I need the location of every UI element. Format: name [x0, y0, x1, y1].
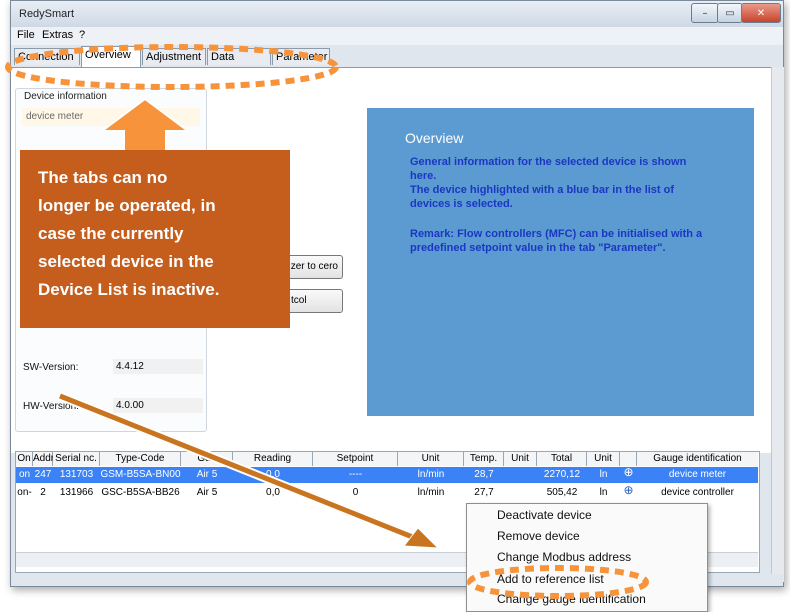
close-icon: ✕ — [756, 7, 766, 19]
overview-text: devices is selected. — [410, 198, 513, 210]
menu-item-deactivate-device[interactable]: Deactivate device — [497, 508, 592, 522]
table-cell: ln — [599, 487, 608, 498]
overview-text: here. — [410, 170, 437, 182]
table-cell: 505,42 — [546, 487, 578, 498]
callout-text: case the currently — [38, 224, 184, 243]
column-header-temp-unit[interactable]: Unit — [504, 452, 537, 466]
vertical-scrollbar[interactable] — [771, 67, 784, 582]
column-header-gauge-id[interactable]: Gauge identification — [637, 452, 758, 466]
overview-text: Remark: Flow controllers (MFC) can be in… — [410, 228, 703, 240]
table-cell: 2270,12 — [543, 469, 581, 480]
overview-title: Overview — [405, 130, 464, 146]
callout-text: Device List is inactive. — [38, 280, 220, 299]
pointer-arrow-icon — [58, 391, 440, 549]
callout-arrow-up-icon — [100, 97, 190, 154]
menu-item-remove-device[interactable]: Remove device — [497, 529, 580, 543]
column-header-icon[interactable] — [620, 452, 637, 466]
column-header-total-unit[interactable]: Unit — [587, 452, 620, 466]
overview-text: General information for the selected dev… — [410, 156, 687, 168]
table-cell: ln — [599, 469, 608, 480]
callout-text: The tabs can no — [38, 168, 168, 187]
column-header-temp[interactable]: Temp. — [464, 452, 504, 466]
zoom-in-icon[interactable]: ⊕ — [620, 483, 637, 497]
overview-panel — [367, 108, 754, 416]
window-title: RedySmart — [19, 8, 75, 20]
table-cell: device meter — [668, 469, 727, 480]
maximize-button[interactable]: ▭ — [717, 3, 743, 23]
table-cell: device controller — [661, 487, 734, 498]
overview-text: The device highlighted with a blue bar i… — [410, 184, 675, 196]
close-button[interactable]: ✕ — [741, 3, 781, 23]
minimize-button[interactable]: – — [691, 3, 719, 23]
tabs-highlight-ellipse — [5, 44, 339, 90]
callout-text: longer be operated, in — [38, 196, 216, 215]
maximize-icon: ▭ — [725, 7, 735, 19]
context-highlight-ellipse — [467, 565, 649, 599]
sw-version-value: 4.4.12 — [113, 359, 203, 374]
table-cell: 27,7 — [474, 487, 494, 498]
table-cell: 28,7 — [474, 469, 494, 480]
sw-version-label: SW-Version: — [23, 362, 79, 373]
title-bar: RedySmart – ▭ ✕ — [11, 1, 783, 27]
overview-text: predefined setpoint value in the tab "Pa… — [410, 242, 666, 254]
zoom-in-icon[interactable]: ⊕ — [620, 465, 637, 479]
minimize-icon: – — [702, 7, 708, 19]
column-header-total[interactable]: Total — [537, 452, 587, 466]
callout-text: selected device in the — [38, 252, 214, 271]
